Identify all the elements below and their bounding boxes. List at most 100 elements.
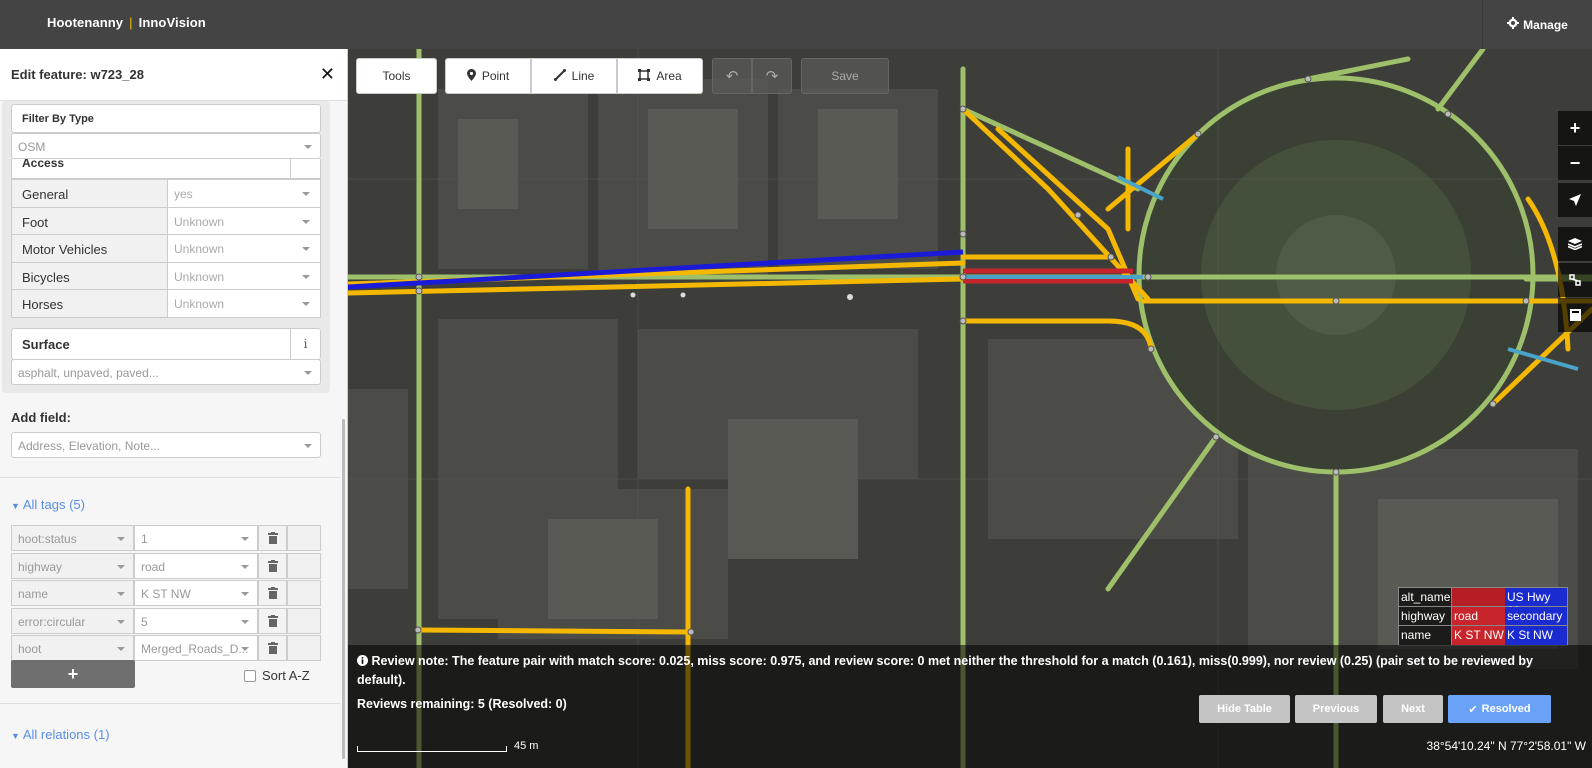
add-field-label: Add field:	[11, 410, 71, 425]
trash-icon[interactable]	[258, 525, 287, 551]
chevron-down-icon	[241, 592, 249, 596]
surface-input[interactable]: asphalt, unpaved, paved...	[11, 359, 321, 385]
locate-arrow-icon	[1569, 190, 1581, 211]
tag-value-input[interactable]: 1	[134, 525, 258, 551]
tag-key: hoot:status	[18, 532, 77, 546]
previous-button[interactable]: Previous	[1295, 695, 1377, 723]
add-field-placeholder: Address, Elevation, Note...	[18, 439, 161, 453]
add-line-button[interactable]: Line	[531, 58, 617, 94]
tag-value: Merged_Roads_D...	[141, 642, 249, 656]
access-value-input[interactable]: yes	[168, 180, 320, 207]
redo-button[interactable]: ↷	[752, 58, 792, 94]
editor-header: Edit feature: w723_28 ✕	[0, 49, 347, 101]
compare-row: name K ST NW K St NW	[1399, 626, 1567, 645]
tag-value-input[interactable]: Merged_Roads_D...	[134, 635, 258, 661]
triangle-down-icon: ▼	[11, 731, 20, 741]
access-rows: General yes Foot Unknown Motor Vehicles …	[11, 179, 321, 318]
chevron-down-icon	[302, 302, 310, 306]
area-icon	[638, 68, 651, 84]
chevron-down-icon	[117, 647, 125, 651]
background-layers-button[interactable]	[1558, 227, 1592, 261]
close-icon[interactable]: ✕	[320, 64, 335, 85]
map-view[interactable]: Tools Point Line Area ↶ ↷ Save + − alt_n…	[348, 49, 1592, 768]
manage-button[interactable]: Manage	[1482, 0, 1592, 49]
chevron-down-icon	[304, 444, 312, 448]
access-value-input[interactable]: Unknown	[168, 235, 320, 262]
access-row-general: General yes	[11, 180, 321, 208]
access-value-input[interactable]: Unknown	[168, 263, 320, 290]
access-value: Unknown	[174, 297, 225, 311]
tag-key-input[interactable]: name	[11, 580, 134, 606]
sidebar-scrollbar[interactable]	[342, 419, 345, 759]
access-row-horses: Horses Unknown	[11, 290, 321, 318]
surface-placeholder: asphalt, unpaved, paved...	[18, 366, 159, 380]
zoom-in-button[interactable]: +	[1558, 111, 1592, 145]
help-button[interactable]	[1558, 298, 1592, 332]
save-button[interactable]: Save	[801, 58, 889, 94]
chevron-down-icon	[241, 564, 249, 569]
add-field-input[interactable]: Address, Elevation, Note...	[11, 432, 321, 458]
add-tag-button[interactable]: +	[11, 660, 135, 688]
chevron-down-icon	[302, 192, 310, 196]
tag-value-input[interactable]: road	[134, 552, 258, 579]
trash-icon[interactable]	[258, 607, 287, 634]
brand-innovision: InnoVision	[138, 15, 206, 30]
chevron-down-icon	[302, 247, 310, 251]
tag-value-input[interactable]: K ST NW	[134, 580, 258, 606]
trash-icon[interactable]	[258, 552, 287, 579]
tag-key: highway	[18, 559, 63, 574]
add-area-button[interactable]: Area	[617, 58, 703, 94]
next-button[interactable]: Next	[1383, 695, 1443, 723]
chevron-down-icon	[117, 537, 125, 541]
area-label: Area	[656, 69, 682, 83]
sort-az-checkbox[interactable]	[244, 669, 256, 682]
chevron-down-icon	[302, 219, 310, 224]
plus-icon: +	[67, 663, 79, 684]
sort-az-toggle[interactable]: Sort A-Z	[244, 668, 310, 683]
tag-key: error:circular	[18, 614, 86, 629]
filter-by-type-select[interactable]: OSM	[11, 133, 321, 159]
info-icon[interactable]	[290, 159, 320, 178]
all-relations-toggle[interactable]: ▼ All relations (1)	[11, 727, 110, 742]
chevron-down-icon	[241, 647, 249, 651]
hide-table-button[interactable]: Hide Table	[1199, 695, 1290, 723]
access-value-input[interactable]: Unknown	[168, 290, 320, 317]
access-value: Unknown	[174, 214, 225, 229]
tag-key-input[interactable]: hoot:status	[11, 525, 134, 551]
tag-key-input[interactable]: error:circular	[11, 607, 134, 634]
chevron-down-icon	[241, 537, 249, 541]
all-tags-label: All tags (5)	[22, 497, 85, 512]
info-icon[interactable]: i	[290, 329, 320, 359]
divider	[0, 703, 340, 704]
tag-row-spacer	[287, 552, 321, 579]
compare-field: highway	[1399, 607, 1452, 625]
surface-header: Surface i	[11, 328, 321, 360]
undo-icon: ↶	[725, 68, 739, 85]
filter-by-type-label: Filter By Type	[22, 113, 94, 125]
tag-row-spacer	[287, 525, 321, 551]
access-value-input[interactable]: Unknown	[168, 208, 320, 235]
undo-button[interactable]: ↶	[712, 58, 752, 94]
access-row-bicycles: Bicycles Unknown	[11, 262, 321, 290]
tag-key-input[interactable]: hoot	[11, 635, 134, 661]
all-tags-toggle[interactable]: ▼ All tags (5)	[11, 497, 85, 512]
map-data-button[interactable]	[1558, 263, 1592, 297]
tag-value-input[interactable]: 5	[134, 607, 258, 634]
zoom-out-button[interactable]: −	[1558, 146, 1592, 180]
trash-icon[interactable]	[258, 580, 287, 606]
access-row-motor-vehicles: Motor Vehicles Unknown	[11, 235, 321, 263]
tag-key-input[interactable]: highway	[11, 552, 134, 579]
access-value: Unknown	[174, 269, 225, 284]
tag-row: hoot Merged_Roads_D...	[11, 635, 321, 663]
add-point-button[interactable]: Point	[445, 58, 531, 94]
tools-button[interactable]: Tools	[356, 58, 437, 94]
chevron-down-icon	[117, 619, 125, 624]
geolocate-button[interactable]	[1558, 183, 1592, 217]
review-note: Review note: The feature pair with match…	[357, 652, 1567, 690]
resolved-button[interactable]: ✔ Resolved	[1448, 695, 1551, 723]
trash-icon[interactable]	[258, 635, 287, 661]
layers-icon	[1567, 234, 1583, 255]
point-label: Point	[481, 69, 510, 83]
tag-value: 5	[141, 614, 148, 629]
compare-value-b: K St NW	[1505, 626, 1567, 645]
